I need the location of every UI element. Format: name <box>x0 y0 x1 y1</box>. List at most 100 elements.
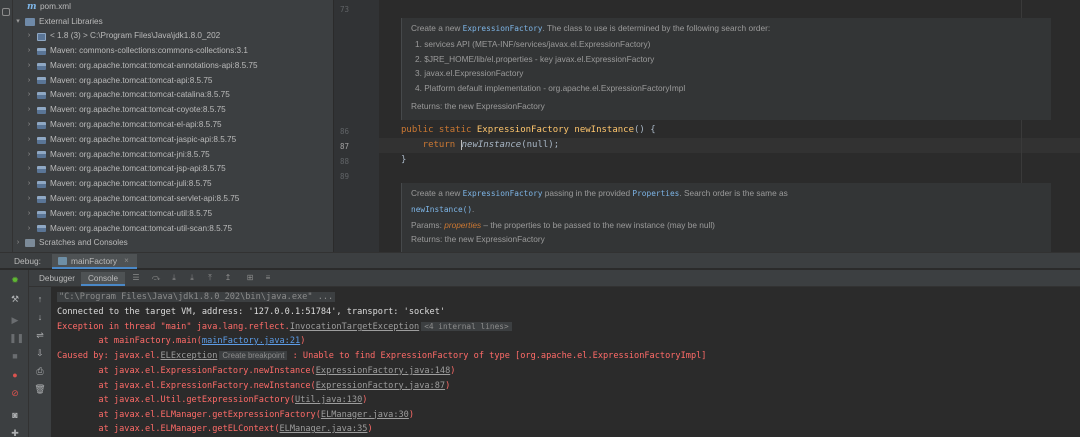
chevron-right-icon[interactable]: › <box>24 74 34 89</box>
javadoc-list-item: 3. javax.el.ExpressionFactory <box>415 68 524 79</box>
jdk-icon <box>37 32 46 41</box>
code-editor[interactable]: Create a new ExpressionFactory. The clas… <box>379 0 1080 252</box>
console-output[interactable]: "C:\Program Files\Java\jdk1.8.0_202\bin\… <box>51 287 1080 437</box>
tree-item-library[interactable]: › Maven: org.apache.tomcat:tomcat-jaspic-… <box>24 133 333 148</box>
tree-item-library[interactable]: › Maven: org.apache.tomcat:tomcat-servlet… <box>24 192 333 207</box>
tab-console[interactable]: Console <box>81 272 126 286</box>
debug-label: Debug: <box>14 256 42 266</box>
console-line: Caused by: javax.el.ELException Create br… <box>57 351 707 361</box>
line-number: 89 <box>340 172 350 181</box>
source-link[interactable]: ELManager.java:30 <box>321 410 409 420</box>
source-link[interactable]: ELManager.java:35 <box>280 424 368 434</box>
mute-breakpoints-icon[interactable]: ⊘ <box>9 387 21 399</box>
exception-link[interactable]: InvocationTargetException <box>290 322 419 332</box>
trash-icon[interactable]: 🗑 <box>34 383 46 395</box>
chevron-right-icon[interactable]: › <box>24 207 34 222</box>
chevron-right-icon[interactable]: › <box>24 88 34 103</box>
tree-item-library[interactable]: › Maven: org.apache.tomcat:tomcat-util:8.… <box>24 207 333 222</box>
library-icon <box>37 181 46 189</box>
stop-icon[interactable]: ■ <box>9 350 21 362</box>
step-out-icon[interactable]: ⤒ <box>205 273 215 283</box>
resume-icon[interactable]: ▶ <box>9 314 21 326</box>
javadoc-block-2: Create a new ExpressionFactory passing i… <box>401 183 1051 252</box>
chevron-right-icon[interactable]: › <box>24 118 34 133</box>
settings-wrench-icon[interactable]: ⚒ <box>9 293 21 305</box>
create-breakpoint-chip[interactable]: Create breakpoint <box>219 351 288 360</box>
internal-lines-chip[interactable]: <4 internal lines> <box>421 322 512 331</box>
tree-item-scratches[interactable]: › Scratches and Consoles <box>13 236 323 251</box>
view-breakpoints-icon[interactable]: ● <box>9 369 21 381</box>
tree-item-library[interactable]: › Maven: org.apache.tomcat:tomcat-juli:8.… <box>24 177 333 192</box>
tab-debugger[interactable]: Debugger <box>32 272 82 286</box>
chevron-right-icon[interactable]: › <box>24 59 34 74</box>
tree-item-library[interactable]: › Maven: org.apache.tomcat:tomcat-util-sc… <box>24 222 333 237</box>
chevron-right-icon[interactable]: › <box>24 148 34 163</box>
tree-item-library[interactable]: › Maven: org.apache.tomcat:tomcat-jsp-api… <box>24 162 333 177</box>
evaluate-icon[interactable]: ⊞ <box>245 273 255 283</box>
chevron-right-icon[interactable]: › <box>24 222 34 237</box>
tree-item-jdk[interactable]: › < 1.8 (3) > C:\Program Files\Java\jdk1… <box>24 29 333 44</box>
chevron-right-icon[interactable]: › <box>24 103 34 118</box>
scratches-icon <box>25 239 35 248</box>
rerun-icon[interactable]: ✹ <box>9 274 21 286</box>
line-number: 87 <box>340 142 350 151</box>
pin-icon[interactable]: ✚ <box>9 427 21 437</box>
javadoc-list-item: 1. services API (META-INF/services/javax… <box>415 38 651 49</box>
library-icon <box>37 225 46 233</box>
up-arrow-icon[interactable]: ↑ <box>34 293 46 305</box>
source-link[interactable]: Util.java:130 <box>295 395 362 405</box>
chevron-down-icon[interactable]: ▾ <box>13 15 23 30</box>
tree-item-library[interactable]: › Maven: org.apache.tomcat:tomcat-api:8.5… <box>24 74 333 89</box>
left-tool-strip <box>0 0 13 252</box>
close-icon[interactable]: × <box>124 256 129 265</box>
drop-frame-icon[interactable]: ↥ <box>223 273 233 283</box>
step-into-icon[interactable]: ⤓ <box>169 273 179 283</box>
console-line: Connected to the target VM, address: '12… <box>57 307 446 317</box>
library-icon <box>37 107 46 115</box>
trace-icon[interactable]: ≡ <box>263 273 273 283</box>
force-step-into-icon[interactable]: ⤓ <box>187 273 197 283</box>
tree-item-library[interactable]: › Maven: org.apache.tomcat:tomcat-coyote:… <box>24 103 333 118</box>
tree-item-pom[interactable]: m pom.xml <box>27 0 333 15</box>
debug-subtabs: Debugger Console ☰ ⤼ ⤓ ⤓ ⤒ ↥ ⊞ ≡ <box>29 270 1080 287</box>
exception-link[interactable]: ELException <box>160 351 217 361</box>
chevron-right-icon[interactable]: › <box>13 236 23 251</box>
stack-trace-line: at javax.el.Util.getExpressionFactory(Ut… <box>57 395 368 405</box>
stack-trace-line: at javax.el.ExpressionFactory.newInstanc… <box>57 380 451 391</box>
tree-item-library[interactable]: › Maven: org.apache.tomcat:tomcat-el-api:… <box>24 118 333 133</box>
code-line-88: } <box>401 155 407 165</box>
line-number: 88 <box>340 157 350 166</box>
pause-icon[interactable]: ❚❚ <box>9 332 24 344</box>
stack-trace-line: at javax.el.ExpressionFactory.newInstanc… <box>57 366 456 376</box>
tree-item-library[interactable]: › Maven: org.apache.tomcat:tomcat-annotat… <box>24 59 333 74</box>
chevron-right-icon[interactable]: › <box>24 162 34 177</box>
tree-item-library[interactable]: › Maven: org.apache.tomcat:tomcat-catalin… <box>24 88 333 103</box>
maven-icon: m <box>27 2 37 12</box>
soft-wrap-icon[interactable]: ⇌ <box>34 329 46 341</box>
print-icon[interactable]: ⎙ <box>34 365 46 377</box>
source-link[interactable]: mainFactory.java:21 <box>202 336 300 346</box>
chevron-right-icon[interactable]: › <box>24 133 34 148</box>
structure-icon[interactable] <box>2 8 10 16</box>
camera-icon[interactable]: ◙ <box>9 409 21 421</box>
source-link[interactable]: ExpressionFactory.java:87 <box>316 381 445 391</box>
scroll-to-end-icon[interactable]: ⇩ <box>34 347 46 359</box>
line-number: 86 <box>340 127 350 136</box>
chevron-right-icon[interactable]: › <box>24 44 34 59</box>
debug-tool-header: Debug: mainFactory × <box>0 252 1080 269</box>
chevron-right-icon[interactable]: › <box>24 192 34 207</box>
chevron-right-icon[interactable]: › <box>24 29 34 44</box>
source-link[interactable]: ExpressionFactory.java:148 <box>316 366 451 376</box>
chevron-right-icon[interactable]: › <box>24 177 34 192</box>
tab-mainfactory[interactable]: mainFactory × <box>52 254 137 269</box>
down-arrow-icon[interactable]: ↓ <box>34 311 46 323</box>
javadoc-list-item: 4. Platform default implementation - org… <box>415 83 686 94</box>
menu-icon[interactable]: ☰ <box>131 273 141 283</box>
javadoc-block: Create a new ExpressionFactory. The clas… <box>401 18 1051 120</box>
tree-item-library[interactable]: › Maven: commons-collections:commons-coll… <box>24 44 333 59</box>
tree-item-library[interactable]: › Maven: org.apache.tomcat:tomcat-jni:8.5… <box>24 148 333 163</box>
step-over-icon[interactable]: ⤼ <box>151 273 161 283</box>
console-line: "C:\Program Files\Java\jdk1.8.0_202\bin\… <box>57 292 336 302</box>
library-icon <box>37 195 46 203</box>
tree-item-external-libraries[interactable]: ▾ External Libraries <box>13 15 323 30</box>
